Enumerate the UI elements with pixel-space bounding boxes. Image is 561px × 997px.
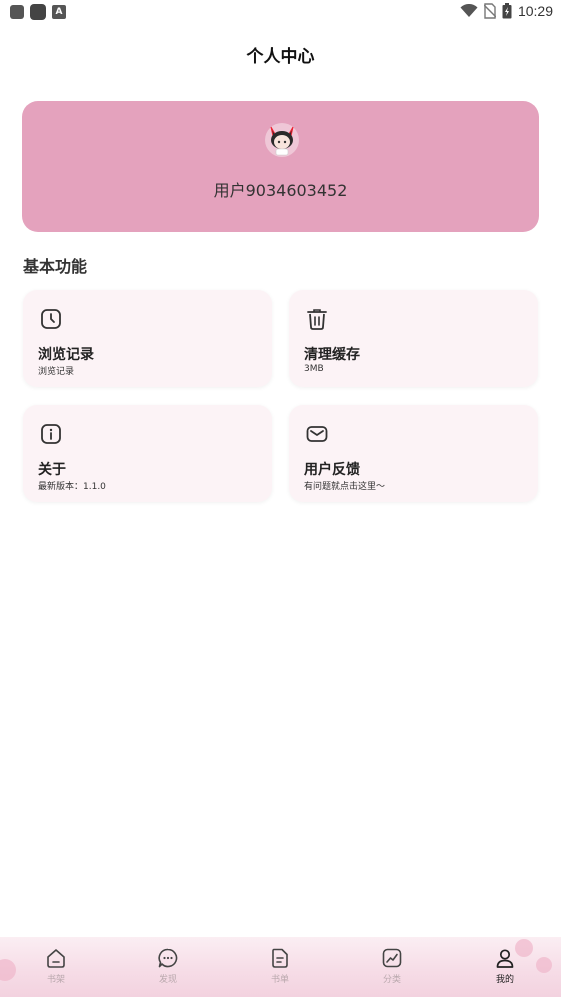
feedback-title: 用户反馈 xyxy=(304,462,360,478)
home-icon xyxy=(47,949,65,968)
notification-app-icon-2 xyxy=(30,4,46,20)
status-bar: A 10:29 xyxy=(0,0,561,26)
document-icon xyxy=(272,948,288,968)
history-subtitle: 浏览记录 xyxy=(38,367,75,377)
mail-icon xyxy=(306,426,328,442)
about-title: 关于 xyxy=(38,462,66,478)
user-icon xyxy=(496,949,514,968)
notification-app-icon xyxy=(10,5,24,19)
blossom-decoration xyxy=(536,957,552,973)
notification-icons: A xyxy=(10,4,66,20)
cache-size: 3MB xyxy=(304,364,324,374)
username: 用户9034603452 xyxy=(213,181,348,200)
chat-icon xyxy=(158,948,178,968)
nav-item-booklist[interactable]: 书单 xyxy=(250,947,310,985)
clear-cache-title: 清理缓存 xyxy=(304,347,360,363)
nav-label: 分类 xyxy=(382,975,401,985)
feedback-subtitle: 有问题就点击这里～ xyxy=(304,482,386,492)
history-title: 浏览记录 xyxy=(38,347,94,363)
blossom-decoration xyxy=(0,959,16,981)
clock-icon xyxy=(41,309,61,329)
wifi-icon xyxy=(460,4,478,17)
section-title: 基本功能 xyxy=(23,257,88,276)
clock-time: 10:29 xyxy=(517,3,553,19)
notification-letter-icon: A xyxy=(52,5,66,19)
nav-item-category[interactable]: 分类 xyxy=(362,947,422,985)
nav-item-discover[interactable]: 发现 xyxy=(138,947,198,985)
avatar[interactable] xyxy=(262,119,302,159)
history-card[interactable]: 浏览记录 浏览记录 xyxy=(23,290,272,387)
page-title: 个人中心 xyxy=(246,47,315,67)
feedback-card[interactable]: 用户反馈 有问题就点击这里～ xyxy=(289,405,538,502)
nav-item-bookshelf[interactable]: 书架 xyxy=(26,947,86,985)
system-icons: 10:29 xyxy=(460,3,553,19)
nav-label: 发现 xyxy=(158,975,177,985)
nav-label: 书单 xyxy=(270,975,289,985)
profile-card[interactable]: 用户9034603452 xyxy=(22,101,539,232)
info-icon xyxy=(41,424,61,444)
nav-label: 书架 xyxy=(46,975,65,985)
chart-icon xyxy=(382,948,402,968)
clear-cache-card[interactable]: 清理缓存 3MB xyxy=(289,290,538,387)
battery-icon xyxy=(502,3,512,19)
about-card[interactable]: 关于 最新版本：1.1.0 xyxy=(23,405,272,502)
bottom-navigation: 书架 发现 书单 分类 我的 xyxy=(0,937,561,997)
nav-item-mine[interactable]: 我的 xyxy=(475,947,535,985)
app-version: 最新版本：1.1.0 xyxy=(38,482,106,492)
trash-icon xyxy=(307,309,327,330)
no-sim-icon xyxy=(483,3,496,19)
nav-label: 我的 xyxy=(495,975,514,985)
